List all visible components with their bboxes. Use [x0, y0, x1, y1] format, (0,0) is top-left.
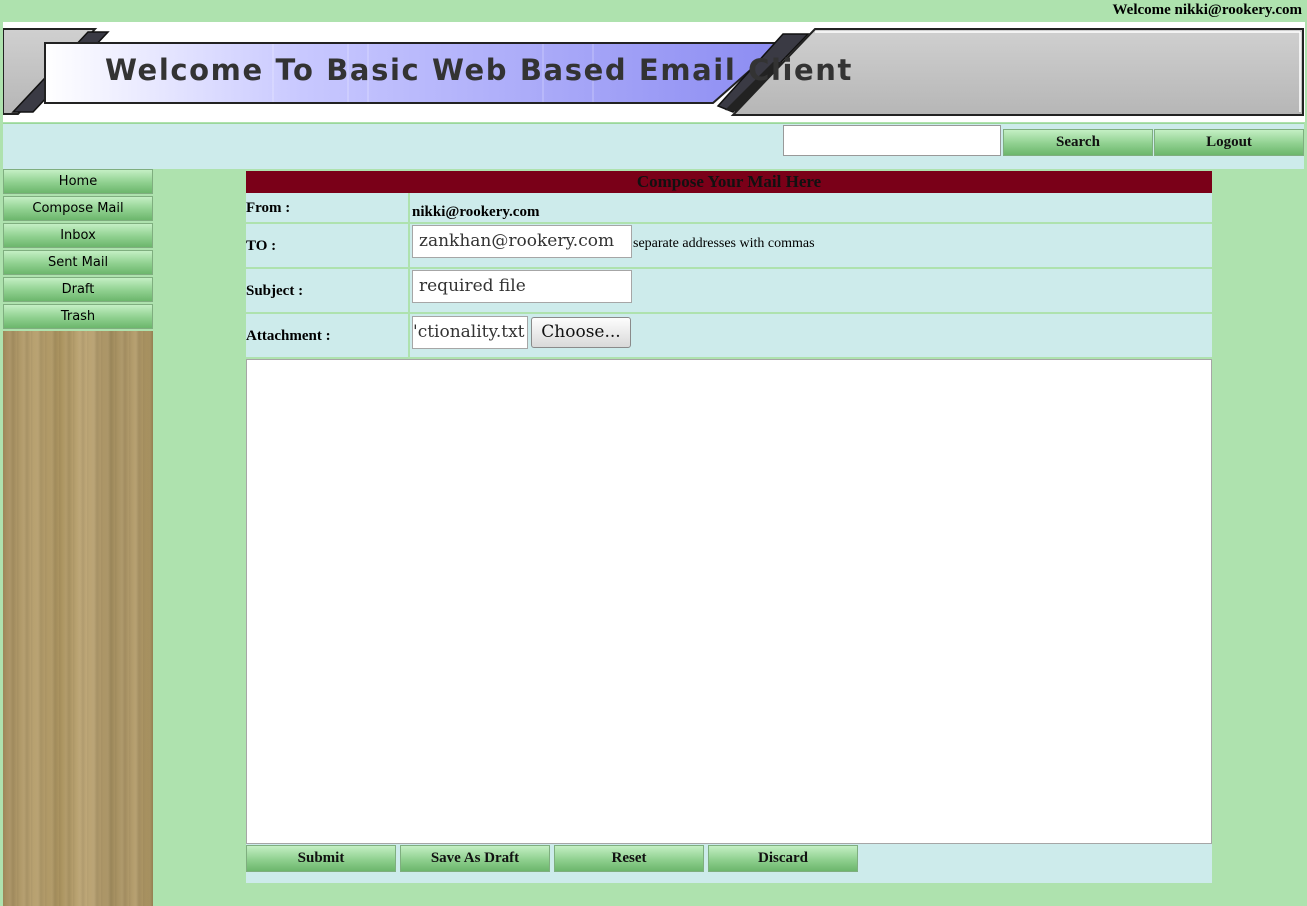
from-label-cell: From : — [246, 193, 410, 222]
discard-button[interactable]: Discard — [708, 845, 858, 872]
banner-title: Welcome To Basic Web Based Email Client — [105, 53, 854, 87]
sidebar-item-home[interactable]: Home — [3, 169, 153, 194]
banner: Welcome To Basic Web Based Email Client — [3, 22, 1305, 122]
choose-file-button[interactable]: Choose... — [531, 317, 631, 348]
to-hint: separate addresses with commas — [633, 236, 815, 251]
welcome-text: Welcome nikki@rookery.com — [1112, 2, 1303, 18]
attachment-filename: ctionality.txt' — [413, 322, 525, 342]
search-input[interactable] — [783, 125, 1001, 156]
from-label: From : — [246, 200, 291, 216]
sidebar-item-draft[interactable]: Draft — [3, 277, 153, 302]
save-as-draft-button[interactable]: Save As Draft — [400, 845, 550, 872]
action-bar: Submit Save As Draft Reset Discard — [246, 844, 1212, 883]
subject-input[interactable]: required file — [412, 270, 632, 303]
attachment-row: Attachment : ctionality.txt' Choose... — [246, 314, 1212, 359]
sidebar-item-inbox[interactable]: Inbox — [3, 223, 153, 248]
welcome-bar: Welcome nikki@rookery.com — [0, 0, 1307, 22]
subject-label: Subject : — [246, 283, 304, 299]
logout-button[interactable]: Logout — [1154, 129, 1304, 156]
sidebar-item-trash[interactable]: Trash — [3, 304, 153, 329]
to-input[interactable]: zankhan@rookery.com — [412, 225, 632, 258]
compose-title: Compose Your Mail Here — [246, 171, 1212, 193]
sidebar-item-compose-mail[interactable]: Compose Mail — [3, 196, 153, 221]
to-label-cell: TO : — [246, 224, 410, 267]
to-row: TO : zankhan@rookery.com separate addres… — [246, 224, 1212, 269]
message-body-textarea[interactable] — [246, 359, 1212, 844]
toolbar: Search Logout — [3, 123, 1304, 169]
from-row: From : nikki@rookery.com — [246, 193, 1212, 224]
to-label: TO : — [246, 238, 277, 254]
attachment-label: Attachment : — [246, 328, 331, 344]
search-button[interactable]: Search — [1003, 129, 1153, 156]
subject-label-cell: Subject : — [246, 269, 410, 312]
sidebar: Home Compose Mail Inbox Sent Mail Draft … — [3, 169, 153, 906]
from-value: nikki@rookery.com — [412, 204, 540, 220]
sidebar-item-sent-mail[interactable]: Sent Mail — [3, 250, 153, 275]
submit-button[interactable]: Submit — [246, 845, 396, 872]
compose-form: Compose Your Mail Here From : nikki@rook… — [246, 171, 1212, 885]
sidebar-wood-background — [3, 331, 153, 906]
reset-button[interactable]: Reset — [554, 845, 704, 872]
attachment-label-cell: Attachment : — [246, 314, 410, 357]
subject-row: Subject : required file — [246, 269, 1212, 314]
attachment-file-field[interactable]: ctionality.txt' — [412, 316, 528, 349]
